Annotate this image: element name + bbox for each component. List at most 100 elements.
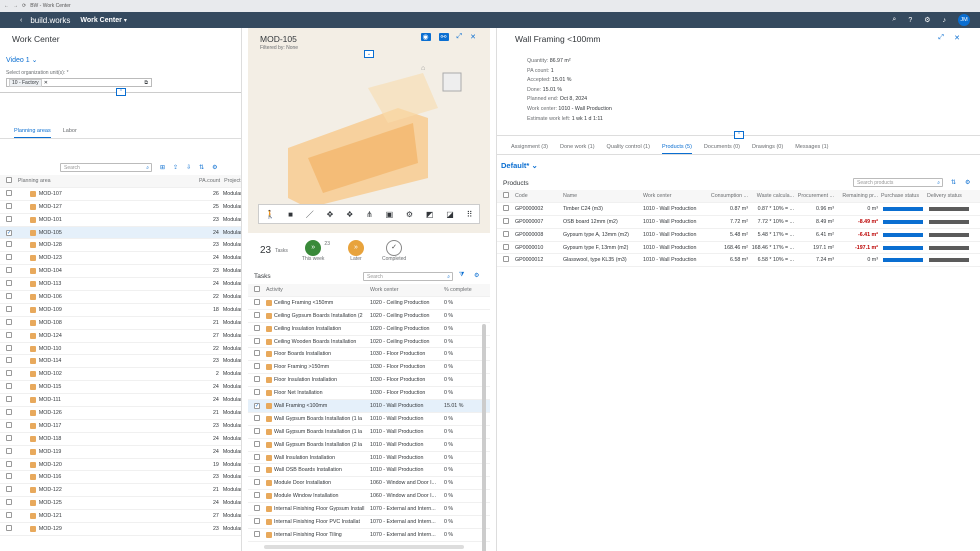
row-checkbox[interactable] — [6, 254, 12, 261]
collapse-icon[interactable]: ⌃ — [116, 88, 126, 96]
settings-icon[interactable]: ⚙ — [965, 179, 970, 186]
row-checkbox[interactable] — [254, 530, 260, 537]
row-checkbox[interactable] — [254, 517, 260, 524]
col-delivery[interactable]: Delivery status — [927, 193, 973, 199]
notifications-icon[interactable]: ♪ — [943, 17, 947, 24]
table-row[interactable]: MOD-128 23 Modular — [0, 239, 241, 253]
collapse-icon[interactable]: ⌃ — [734, 131, 744, 139]
row-checkbox[interactable] — [503, 217, 509, 224]
row-checkbox[interactable] — [6, 189, 12, 196]
table-row[interactable]: MOD-122 21 Modular — [0, 484, 241, 498]
table-row[interactable]: MOD-113 24 Modular — [0, 278, 241, 292]
row-checkbox[interactable] — [254, 492, 260, 499]
row-checkbox[interactable] — [6, 280, 12, 287]
col-waste[interactable]: Waste calcula... — [751, 193, 797, 199]
table-row[interactable]: Ceiling Gypsum Boards Installation (2 102… — [248, 310, 490, 323]
table-row[interactable]: MOD-126 21 Modular — [0, 407, 241, 420]
completed-button[interactable]: ✓ Completed — [382, 239, 406, 262]
settings-icon[interactable]: ⚙ — [474, 272, 479, 279]
row-checkbox[interactable] — [254, 414, 260, 421]
table-row[interactable]: Wall Gypsum Boards Installation (1 la 101… — [248, 413, 490, 426]
row-checkbox[interactable] — [6, 331, 12, 338]
row-checkbox[interactable] — [503, 256, 509, 263]
table-row[interactable]: Ceiling Framing <150mm 1020 - Ceiling Pro… — [248, 297, 490, 310]
row-checkbox[interactable] — [6, 370, 12, 377]
back-icon[interactable]: ‹ — [20, 17, 22, 24]
row-checkbox[interactable]: ✓ — [254, 402, 260, 409]
table-row[interactable]: MOD-109 18 Modular — [0, 304, 241, 317]
tab-assignment[interactable]: Assignment (3) — [511, 144, 548, 154]
table-row[interactable]: MOD-115 24 Modular — [0, 381, 241, 395]
row-checkbox[interactable] — [254, 376, 260, 383]
row-checkbox[interactable] — [254, 337, 260, 344]
col-work-center[interactable]: Work center — [370, 287, 444, 293]
col-purchase[interactable]: Purchase status — [881, 193, 927, 199]
select-all-checkbox[interactable] — [254, 285, 260, 292]
table-row[interactable]: GP0000008 Gypsum type A, 13mm (m2) 1010 - … — [497, 229, 980, 242]
properties-icon[interactable]: ▣ — [386, 210, 394, 219]
settings-icon[interactable]: ⚙ — [924, 16, 930, 24]
row-checkbox[interactable] — [6, 408, 12, 415]
import-icon[interactable]: ⇩ — [186, 164, 191, 171]
reload-icon[interactable]: ⟳ — [22, 3, 26, 9]
variant-select[interactable]: Default* ⌄ — [501, 161, 538, 170]
this-week-button[interactable]: » This week — [302, 239, 324, 262]
table-row[interactable]: Wall Gypsum Boards Installation (1 la 101… — [248, 426, 490, 439]
tab-products[interactable]: Products (5) — [661, 144, 692, 154]
table-row[interactable]: MOD-106 22 Modular — [0, 291, 241, 304]
value-help-icon[interactable]: ⧉ — [144, 80, 148, 86]
row-checkbox[interactable] — [503, 204, 509, 211]
table-row[interactable]: Module Window Installation 1060 - Window … — [248, 490, 490, 504]
table-row[interactable]: Ceiling Insulation Installation 1020 - Ce… — [248, 323, 490, 336]
app-menu[interactable]: Work Center — [80, 17, 122, 24]
table-row[interactable]: GP0000007 OSB board 12mm (m2) 1010 - Wall … — [497, 216, 980, 229]
table-row[interactable]: MOD-107 26 Modular — [0, 188, 241, 201]
row-checkbox[interactable] — [254, 505, 260, 512]
table-row[interactable]: MOD-116 23 Modular — [0, 471, 241, 485]
later-button[interactable]: » Later — [347, 239, 364, 262]
table-row[interactable]: MOD-127 25 Modular — [0, 201, 241, 214]
col-remaining[interactable]: Remaining pr... — [837, 193, 881, 199]
table-row[interactable]: GP0000010 Gypsum type F, 13mm (m2) 1010 - … — [497, 242, 980, 255]
row-checkbox[interactable]: ✓ — [6, 229, 12, 236]
sort-icon[interactable]: ⇅ — [951, 179, 956, 186]
table-row[interactable]: Internal Finishing Floor Gypsum Install 1… — [248, 503, 490, 517]
layers-icon[interactable]: ◩ — [426, 210, 434, 219]
help-icon[interactable]: ? — [908, 17, 912, 24]
table-row[interactable]: Floor Framing >150mm 1030 - Floor Product… — [248, 361, 490, 375]
row-checkbox[interactable] — [6, 215, 12, 222]
row-checkbox[interactable] — [503, 243, 509, 250]
hide-icon[interactable]: ◪ — [446, 210, 454, 219]
table-row[interactable]: MOD-124 27 Modular — [0, 330, 241, 343]
table-row[interactable]: Internal Finishing Floor PVC Installat 10… — [248, 516, 490, 529]
col-name[interactable]: Name — [563, 193, 643, 199]
explode-icon[interactable]: ❖ — [346, 210, 353, 219]
app-logo[interactable]: build.works — [30, 16, 70, 25]
table-row[interactable]: MOD-121 27 Modular — [0, 510, 241, 524]
col-pa-count[interactable]: PA.count — [177, 178, 225, 184]
row-checkbox[interactable] — [254, 311, 260, 318]
chevron-down-icon[interactable]: ▾ — [124, 17, 127, 24]
row-checkbox[interactable] — [6, 447, 12, 454]
apps-icon[interactable]: ⠿ — [467, 210, 473, 219]
row-checkbox[interactable] — [254, 440, 260, 447]
table-row[interactable]: MOD-118 24 Modular — [0, 433, 241, 446]
col-project[interactable]: Project — [224, 178, 241, 184]
col-activity[interactable]: Activity — [266, 287, 370, 293]
table-row[interactable]: MOD-111 24 Modular — [0, 394, 241, 408]
col-consumption[interactable]: Consumption ... — [705, 193, 751, 199]
variant-select[interactable]: Video 1 ⌄ — [6, 56, 37, 64]
row-checkbox[interactable] — [6, 318, 12, 325]
table-row[interactable]: Wall Insulation Installation 1010 - Wall … — [248, 452, 490, 465]
tab-documents[interactable]: Documents (0) — [704, 144, 740, 154]
row-checkbox[interactable] — [6, 357, 12, 364]
row-checkbox[interactable] — [6, 383, 12, 390]
table-row[interactable]: MOD-104 23 Modular — [0, 265, 241, 279]
table-row[interactable]: MOD-101 23 Modular — [0, 214, 241, 227]
table-row[interactable]: Internal Finishing Floor Tiling 1070 - Ex… — [248, 529, 490, 542]
table-row[interactable]: Floor Insulation Installation 1030 - Floo… — [248, 374, 490, 388]
tab-messages[interactable]: Messages (1) — [795, 144, 828, 154]
row-checkbox[interactable] — [254, 363, 260, 370]
row-checkbox[interactable] — [6, 396, 12, 403]
table-row[interactable]: GP0000012 Glasswool, type KL35 (m3) 1010 -… — [497, 254, 980, 268]
